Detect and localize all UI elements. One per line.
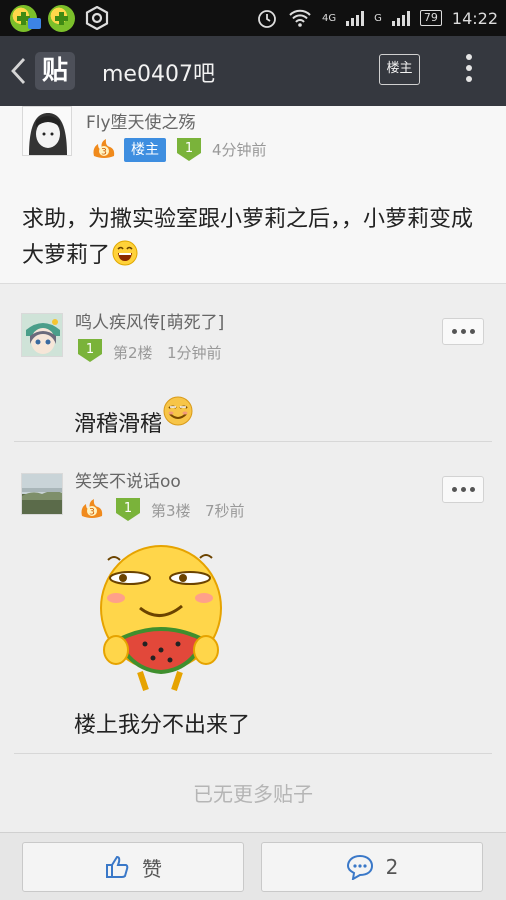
avatar[interactable] <box>21 313 63 357</box>
comment-count: 2 <box>385 855 399 879</box>
reply-divider <box>14 753 492 754</box>
mail-icon <box>28 18 41 29</box>
watermelon-sticker-image <box>100 545 222 691</box>
thumbs-up-icon <box>106 855 129 878</box>
level-badge: 1 <box>78 339 102 362</box>
only-louzhu-button[interactable]: 楼主 <box>379 54 420 85</box>
louzhu-badge: 楼主 <box>124 138 166 162</box>
svg-text:1: 1 <box>185 141 193 156</box>
fire-level-icon: 3 <box>81 499 103 518</box>
network-type-label-2: G <box>374 12 382 24</box>
reply-content: 楼上我分不出来了 <box>74 713 251 738</box>
reply-options-button[interactable] <box>442 476 484 503</box>
level-badge: 1 <box>116 498 140 521</box>
huaji-emoji-icon <box>162 395 194 427</box>
post-content: 求助，为撒实验室跟小萝莉之后，，小萝莉变成大萝莉了 <box>22 207 474 268</box>
avatar[interactable] <box>21 473 63 515</box>
svg-text:3: 3 <box>89 508 95 518</box>
reply-floor: 第3楼 <box>151 502 191 520</box>
reply-options-button[interactable] <box>442 318 484 345</box>
wifi-icon <box>289 9 311 27</box>
vertical-dots-icon[interactable] <box>464 54 474 88</box>
no-more-posts-label: 已无更多贴子 <box>193 782 313 806</box>
clock: 14:22 <box>451 8 498 28</box>
tieba-logo[interactable]: 贴 <box>35 52 75 90</box>
app-notification-icon-2 <box>48 5 75 32</box>
reply-floor: 第2楼 <box>113 344 153 362</box>
settings-hex-icon <box>85 6 109 30</box>
avatar[interactable] <box>22 106 72 156</box>
reply-divider <box>14 441 492 442</box>
signal-icon-2 <box>391 10 410 26</box>
post-time: 4分钟前 <box>212 141 267 159</box>
like-label: 赞 <box>142 856 162 881</box>
network-type-label: 4G <box>322 12 337 24</box>
status-bar: 4G G 79 14:22 <box>0 0 506 36</box>
bottom-action-bar: 赞 2 <box>0 832 506 900</box>
reply-author-name[interactable]: 鸣人疾风传[萌死了] <box>75 308 224 333</box>
svg-text:1: 1 <box>124 501 132 516</box>
reply-time: 1分钟前 <box>167 344 222 362</box>
laugh-emoji-icon <box>112 240 138 266</box>
reply-time: 7秒前 <box>205 502 245 520</box>
signal-icon <box>346 10 365 26</box>
comment-bubble-icon <box>346 854 373 880</box>
post-author-name[interactable]: Fly堕天使之殇 <box>86 108 196 133</box>
reply-content: 滑稽滑稽 <box>74 395 194 443</box>
fire-level-icon: 3 <box>93 139 115 158</box>
comment-button[interactable]: 2 <box>261 842 483 892</box>
alarm-icon <box>258 10 276 28</box>
reply-list: 鸣人疾风传[萌死了] 1 第2楼 1分钟前 滑稽滑稽 笑笑不说话oo 3 1 第… <box>0 285 506 832</box>
chevron-left-icon[interactable] <box>8 56 30 86</box>
reply-author-name[interactable]: 笑笑不说话oo <box>75 467 181 492</box>
svg-text:1: 1 <box>86 342 94 357</box>
battery-indicator: 79 <box>419 10 442 26</box>
svg-text:3: 3 <box>101 148 107 158</box>
page-title[interactable]: me0407吧 <box>102 56 215 88</box>
main-post: Fly堕天使之殇 3 楼主 1 4分钟前 求助，为撒实验室跟小萝莉之后，，小萝莉… <box>0 106 506 284</box>
top-nav-bar: 贴 me0407吧 楼主 <box>0 36 506 106</box>
level-badge: 1 <box>177 138 201 161</box>
like-button[interactable]: 赞 <box>22 842 244 892</box>
